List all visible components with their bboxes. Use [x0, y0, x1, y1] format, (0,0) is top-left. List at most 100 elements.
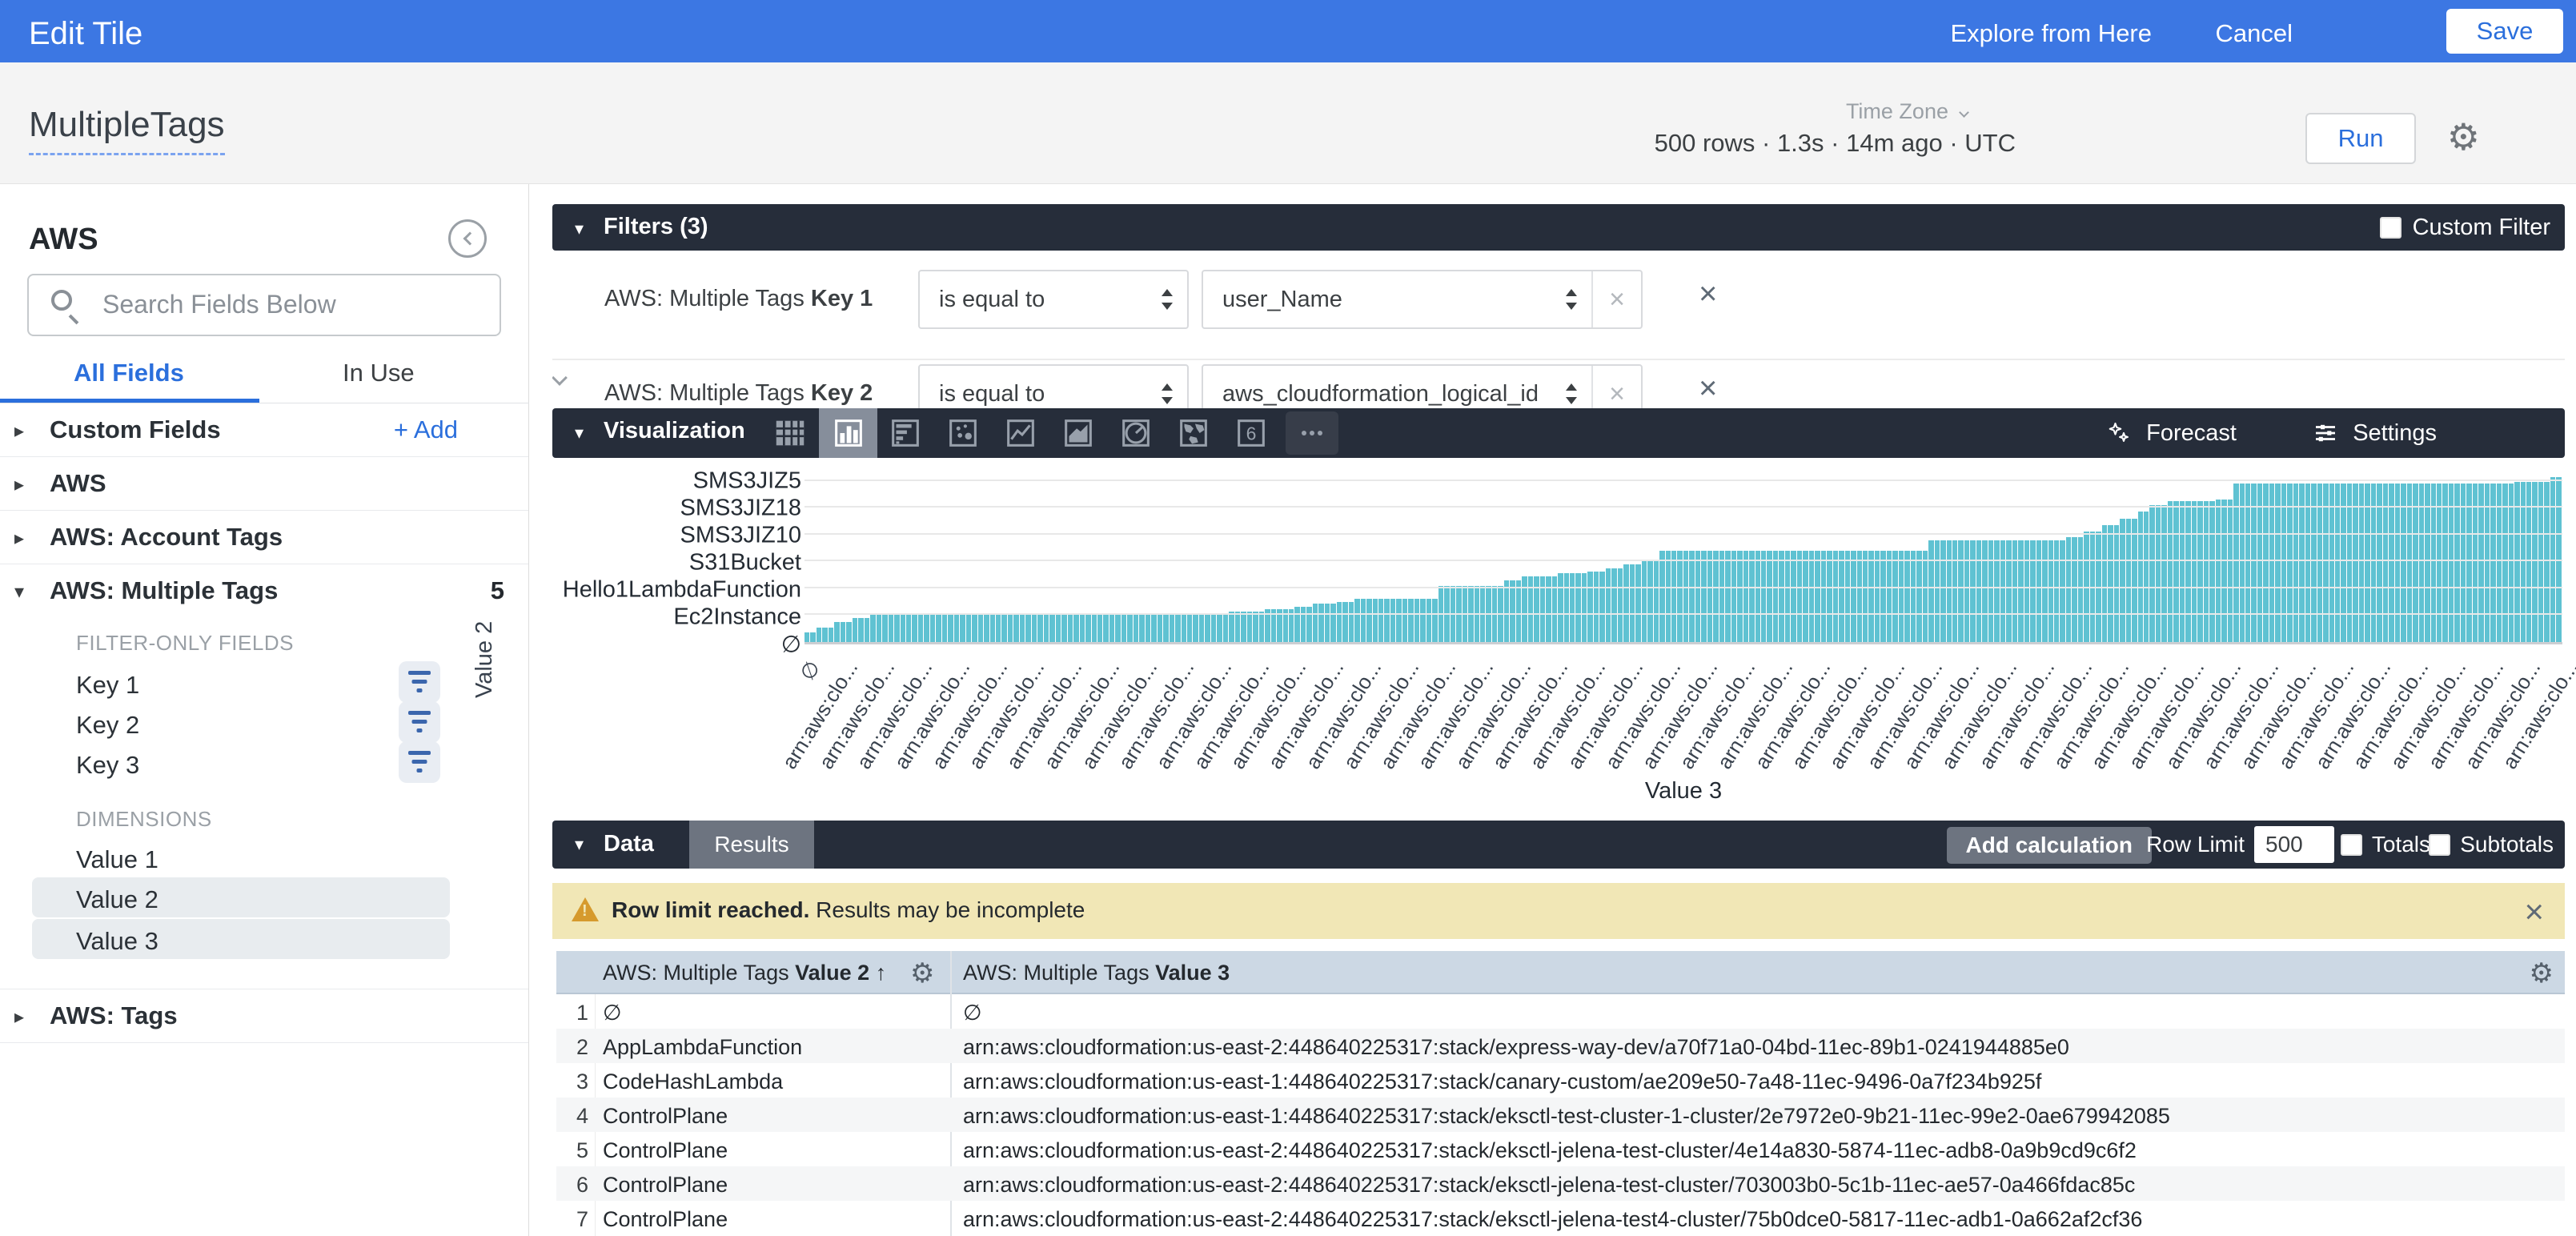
bar[interactable] — [1241, 612, 1246, 642]
bar[interactable] — [1731, 551, 1736, 642]
table-row[interactable]: 3CodeHashLambdaarn:aws:cloudformation:us… — [556, 1063, 2565, 1098]
row-limit-input[interactable] — [2254, 826, 2334, 863]
bar[interactable] — [1414, 599, 1419, 642]
bar[interactable] — [1707, 551, 1712, 642]
bar[interactable] — [2048, 540, 2053, 642]
bar[interactable] — [1797, 551, 1802, 642]
bar[interactable] — [1821, 551, 1826, 642]
bar[interactable] — [1791, 551, 1796, 642]
bar[interactable] — [1892, 551, 1897, 642]
bar[interactable] — [2209, 501, 2214, 642]
bar[interactable] — [1361, 599, 1366, 642]
viz-type-pie-icon[interactable] — [1111, 408, 1161, 458]
chevron-down-icon[interactable] — [554, 372, 565, 387]
collapse-sidebar-button[interactable] — [448, 219, 487, 258]
bar[interactable] — [1115, 615, 1120, 642]
sidebar-section-aws-multiple-tags[interactable]: ▾ AWS: Multiple Tags 5 — [0, 564, 528, 618]
bar[interactable] — [930, 615, 935, 642]
bar[interactable] — [1725, 551, 1730, 642]
bar[interactable] — [1654, 561, 1659, 642]
run-button[interactable]: Run — [2305, 113, 2416, 164]
bar[interactable] — [2102, 525, 2107, 642]
bar[interactable] — [2197, 501, 2202, 642]
bar[interactable] — [1008, 615, 1013, 642]
bar[interactable] — [1695, 551, 1700, 642]
bar[interactable] — [1671, 551, 1676, 642]
bar[interactable] — [1911, 551, 1916, 642]
column-header-value2[interactable]: AWS: Multiple Tags Value 2 ↑ — [603, 961, 886, 985]
bar[interactable] — [2072, 537, 2076, 642]
column-header-value3[interactable]: AWS: Multiple Tags Value 3 — [963, 961, 1230, 985]
bar[interactable] — [1163, 615, 1168, 642]
bar[interactable] — [948, 615, 953, 642]
bar[interactable] — [2132, 519, 2137, 642]
bar[interactable] — [2114, 525, 2119, 642]
bar[interactable] — [1904, 551, 1909, 642]
bar[interactable] — [1170, 615, 1174, 642]
viz-type-bar-icon[interactable] — [881, 408, 930, 458]
filter-value-select[interactable]: user_Name× — [1202, 270, 1643, 329]
bar[interactable] — [1647, 561, 1652, 642]
bar[interactable] — [1426, 599, 1431, 642]
bar[interactable] — [889, 615, 893, 642]
bar[interactable] — [2168, 501, 2173, 642]
remove-filter-icon[interactable]: × — [1699, 371, 1717, 407]
filter-by-field-icon[interactable] — [399, 701, 440, 743]
bar[interactable] — [2120, 519, 2125, 642]
bar[interactable] — [894, 615, 899, 642]
bar[interactable] — [1857, 551, 1862, 642]
bar[interactable] — [2180, 501, 2185, 642]
bar[interactable] — [1313, 604, 1318, 642]
bar[interactable] — [1259, 612, 1264, 642]
bar[interactable] — [1097, 615, 1102, 642]
clear-value-icon[interactable]: × — [1591, 366, 1641, 408]
viz-type-table-icon[interactable] — [765, 408, 815, 458]
bar[interactable] — [1080, 615, 1085, 642]
bar[interactable] — [978, 615, 983, 642]
bar[interactable] — [1988, 540, 1993, 642]
field-key-2[interactable]: Key 2 — [76, 711, 139, 740]
bar[interactable] — [1899, 551, 1904, 642]
query-settings-gear-icon[interactable]: ⚙ — [2447, 118, 2480, 155]
totals-checkbox[interactable] — [2341, 834, 2362, 856]
bar[interactable] — [1803, 551, 1808, 642]
sidebar-section-custom-fields[interactable]: ▸ Custom Fields + Add — [0, 403, 528, 457]
bar[interactable] — [1330, 604, 1335, 642]
filter-by-field-icon[interactable] — [399, 661, 440, 703]
bar[interactable] — [1158, 615, 1162, 642]
bar[interactable] — [1719, 551, 1724, 642]
filters-section-bar[interactable]: ▾ Filters (3) Custom Filter — [552, 204, 2565, 251]
bar[interactable] — [1420, 599, 1425, 642]
bar[interactable] — [1396, 599, 1401, 642]
bar[interactable] — [1815, 551, 1820, 642]
bar[interactable] — [1306, 607, 1311, 642]
column-gear-icon[interactable]: ⚙ — [2530, 957, 2554, 989]
bar[interactable] — [1103, 615, 1108, 642]
bar[interactable] — [1061, 615, 1066, 642]
bar[interactable] — [1868, 551, 1873, 642]
sidebar-section-aws-account-tags[interactable]: ▸ AWS: Account Tags — [0, 511, 528, 564]
bar[interactable] — [1253, 612, 1258, 642]
bar[interactable] — [1773, 551, 1778, 642]
bar[interactable] — [1599, 572, 1604, 642]
bar[interactable] — [2012, 540, 2017, 642]
bar[interactable] — [1689, 551, 1694, 642]
bar[interactable] — [1301, 607, 1306, 642]
bar[interactable] — [858, 618, 863, 642]
viz-type-scatter-icon[interactable] — [938, 408, 988, 458]
bar[interactable] — [1659, 551, 1664, 642]
bar[interactable] — [804, 632, 809, 642]
bar[interactable] — [966, 615, 971, 642]
bar[interactable] — [1001, 615, 1006, 642]
bar[interactable] — [1504, 580, 1509, 642]
bar[interactable] — [1223, 615, 1228, 642]
bar[interactable] — [2138, 512, 2143, 642]
bar[interactable] — [1127, 615, 1132, 642]
bar[interactable] — [936, 615, 941, 642]
viz-type-area-icon[interactable] — [1053, 408, 1103, 458]
field-value-1[interactable]: Value 1 — [76, 845, 158, 874]
tab-all-fields[interactable]: All Fields — [74, 359, 184, 387]
timezone-dropdown[interactable]: Time Zone — [1846, 99, 1968, 124]
bar[interactable] — [1013, 615, 1018, 642]
bar[interactable] — [2228, 500, 2233, 642]
